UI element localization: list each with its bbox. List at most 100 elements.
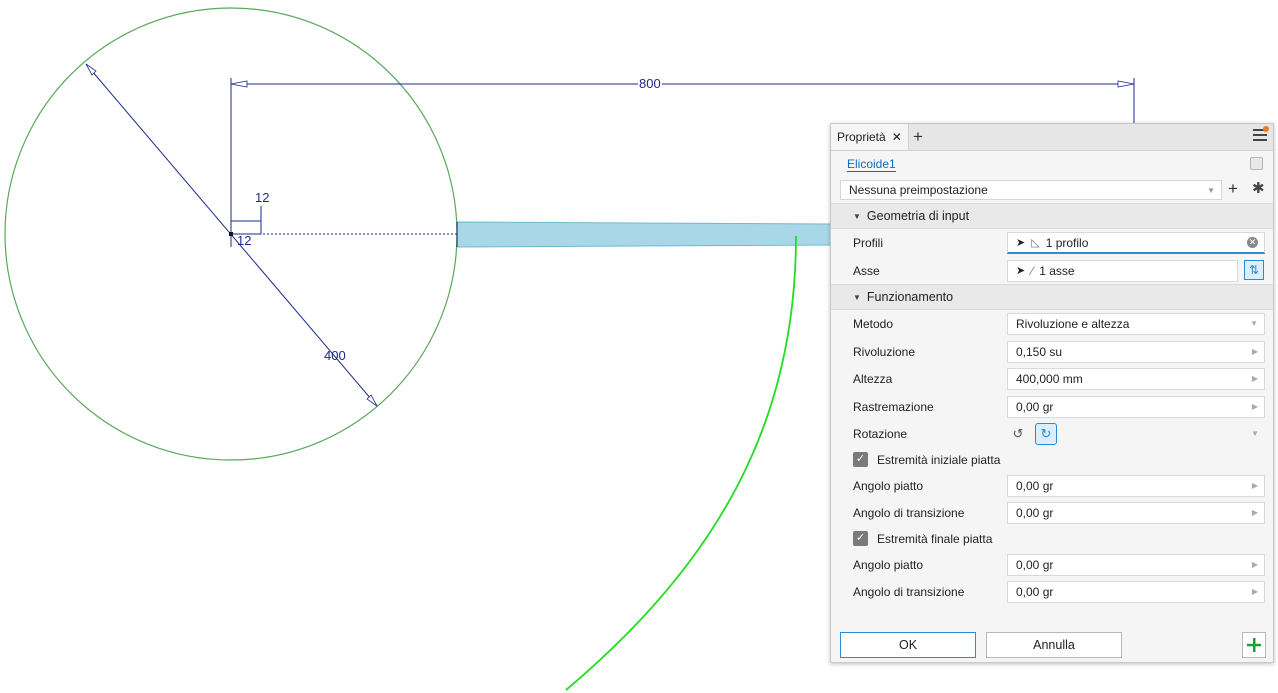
collapse-triangle-icon: ▼ [853,292,861,302]
row-end-transition-angle: Angolo di transizione 0,00 gr ▶ [831,578,1273,606]
section-input-geometry[interactable]: ▼ Geometria di input [831,203,1273,229]
add-tab-icon[interactable]: + [913,127,923,147]
rastremazione-input[interactable]: 0,00 gr ▶ [1007,395,1265,418]
chevron-right-icon[interactable]: ▶ [1252,347,1258,356]
feature-name-row: Elicoide1 [831,151,1273,177]
chevron-down-icon: ▼ [1207,186,1215,195]
altezza-value: 400,000 mm [1016,372,1083,386]
gear-icon[interactable]: ✱ [1252,179,1265,197]
chevron-right-icon[interactable]: ▶ [1252,560,1258,569]
row-start-transition-angle: Angolo di transizione 0,00 gr ▶ [831,499,1273,527]
start-transition-angle-value: 0,00 gr [1016,506,1054,520]
flip-direction-button[interactable]: ⇅ [1244,259,1264,280]
cursor-arrow-icon: ➤ [1016,265,1026,277]
rivoluzione-label: Rivoluzione [853,344,916,359]
dialog-buttons: OK Annulla [831,628,1273,662]
preset-value: Nessuna preimpostazione [849,183,988,197]
axis-line-icon: ⁄ [1031,263,1034,278]
profili-value: 1 profilo [1045,235,1089,250]
rotation-options: ↺ ↻ [1007,423,1057,445]
row-altezza: Altezza 400,000 mm ▶ [831,365,1273,393]
panel-tabbar: Proprietà ✕ + [831,124,1273,151]
end-transition-angle-input[interactable]: 0,00 gr ▶ [1007,581,1265,603]
feature-name[interactable]: Elicoide1 [847,157,896,172]
end-flat-angle-label: Angolo piatto [853,557,924,572]
rivoluzione-input[interactable]: 0,150 su ▶ [1007,340,1265,363]
row-rastremazione: Rastremazione 0,00 gr ▶ [831,393,1273,421]
notification-dot [1263,126,1269,132]
metodo-value: Rivoluzione e altezza [1016,317,1130,331]
cancel-button[interactable]: Annulla [986,632,1122,658]
rivoluzione-value: 0,150 su [1016,344,1063,359]
row-asse: Asse ➤ ⁄ 1 asse ⇅ [831,257,1273,285]
row-profili: Profili ➤ ◺ 1 profilo ✕ [831,229,1273,257]
chevron-right-icon[interactable]: ▶ [1252,402,1258,411]
cursor-arrow-icon: ➤ [1016,237,1026,249]
asse-value: 1 asse [1039,263,1075,278]
tab-properties[interactable]: Proprietà ✕ [831,124,909,150]
dimension-12-vertical-label[interactable]: 12 [254,191,270,205]
altezza-label: Altezza [853,372,893,386]
section-behavior-label: Funzionamento [866,290,954,304]
chevron-right-icon[interactable]: ▶ [1252,374,1258,383]
start-transition-angle-input[interactable]: 0,00 gr ▶ [1007,502,1265,524]
profili-selector[interactable]: ➤ ◺ 1 profilo ✕ [1007,232,1265,254]
row-end-flat-angle: Angolo piatto 0,00 gr ▶ [831,551,1273,579]
profili-label: Profili [853,236,884,250]
menu-icon[interactable] [1253,126,1269,143]
row-start-flat: ✓ Estremità iniziale piatta [831,448,1273,472]
start-flat-angle-input[interactable]: 0,00 gr ▶ [1007,474,1265,497]
ok-button[interactable]: OK [840,632,976,658]
preset-dropdown[interactable]: Nessuna preimpostazione ▼ [840,180,1222,200]
dimension-400-label[interactable]: 400 [323,349,347,363]
add-preset-icon[interactable]: + [1228,179,1238,199]
chevron-right-icon[interactable]: ▶ [1252,587,1258,596]
metodo-label: Metodo [853,317,894,331]
properties-panel: Proprietà ✕ + Elicoide1 Nessuna preimpos… [830,123,1274,663]
chevron-right-icon[interactable]: ▶ [1252,508,1258,517]
dimension-12-horizontal-label[interactable]: 12 [236,234,252,248]
chevron-down-icon: ▼ [1250,319,1258,328]
collapse-triangle-icon: ▼ [853,211,861,221]
asse-selector[interactable]: ➤ ⁄ 1 asse ⇅ [1007,259,1264,282]
chevron-right-icon[interactable]: ▶ [1252,481,1258,490]
start-transition-angle-label: Angolo di transizione [853,506,965,520]
rastremazione-label: Rastremazione [853,399,934,414]
preset-row: Nessuna preimpostazione ▼ + ✱ [831,177,1273,203]
end-flat-angle-input[interactable]: 0,00 gr ▶ [1007,553,1265,576]
start-flat-checkbox[interactable]: ✓ [853,451,868,467]
profile-shape-icon: ◺ [1031,237,1040,249]
horizontal-arrow-start [230,80,248,88]
row-end-flat: ✓ Estremità finale piatta [831,527,1273,551]
end-flat-angle-value: 0,00 gr [1016,557,1054,572]
section-input-label: Geometria di input [866,209,970,223]
start-flat-label: Estremità iniziale piatta [877,452,1001,467]
plus-icon [1247,638,1261,652]
dimension-800-label[interactable]: 800 [638,77,662,91]
rastremazione-value: 0,00 gr [1016,399,1054,414]
end-transition-angle-value: 0,00 gr [1016,585,1054,599]
helix-preview-body [456,221,833,248]
metodo-dropdown[interactable]: Rivoluzione e altezza ▼ [1007,313,1265,335]
row-rivoluzione: Rivoluzione 0,150 su ▶ [831,338,1273,366]
rotation-clockwise-icon[interactable]: ↻ [1035,423,1057,445]
start-flat-angle-value: 0,00 gr [1016,478,1054,493]
horizontal-arrow-end [1117,80,1135,88]
section-behavior[interactable]: ▼ Funzionamento [831,284,1273,310]
helix-curve [565,235,797,691]
rotazione-label: Rotazione [853,427,908,441]
row-rotazione: Rotazione ↺ ↻ ▼ [831,420,1273,448]
tab-properties-label: Proprietà [837,130,886,144]
end-transition-angle-label: Angolo di transizione [853,585,965,599]
clear-selection-icon[interactable]: ✕ [1247,237,1258,248]
apply-plus-button[interactable] [1242,632,1266,658]
end-flat-label: Estremità finale piatta [877,531,993,546]
close-icon[interactable]: ✕ [892,130,902,144]
end-flat-checkbox[interactable]: ✓ [853,530,868,546]
rotation-counterclockwise-icon[interactable]: ↺ [1007,423,1029,445]
row-metodo: Metodo Rivoluzione e altezza ▼ [831,310,1273,338]
chevron-down-icon[interactable]: ▼ [1251,429,1259,438]
start-flat-angle-label: Angolo piatto [853,478,924,493]
copy-icon[interactable] [1250,157,1263,170]
altezza-input[interactable]: 400,000 mm ▶ [1007,368,1265,390]
